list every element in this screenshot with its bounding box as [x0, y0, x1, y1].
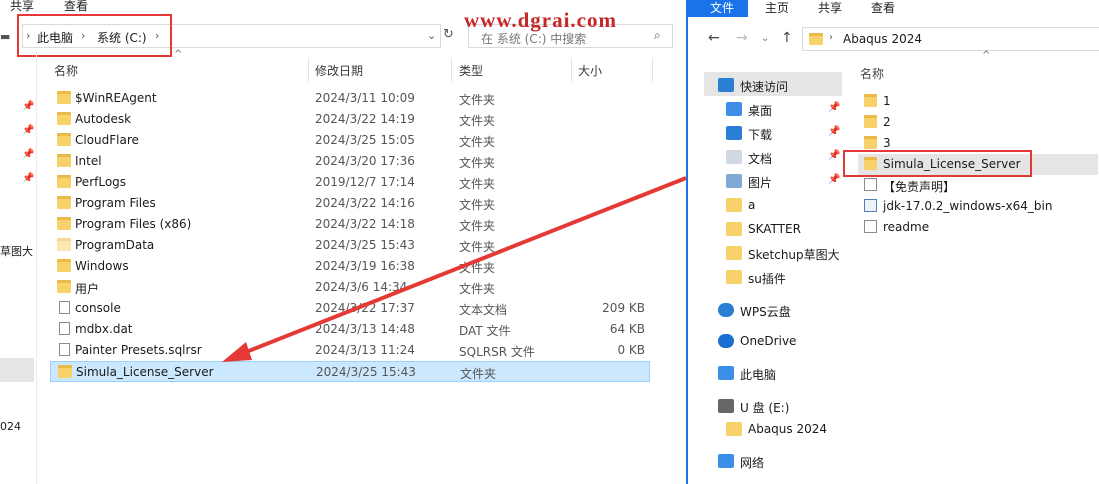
item-row[interactable]: 1: [858, 91, 1098, 112]
file-icon: [864, 220, 877, 233]
computer-icon: [718, 366, 734, 380]
document-icon: [726, 150, 742, 164]
download-icon: [726, 126, 742, 140]
nav-item-label: Sketchup草图大: [748, 248, 840, 262]
file-icon: [864, 178, 877, 191]
item-name: 3: [883, 136, 891, 150]
pin-icon[interactable]: 📌: [828, 126, 840, 137]
folder-icon: [809, 33, 823, 45]
nav-item-6[interactable]: SKATTER: [726, 219, 846, 241]
folder-icon: [864, 115, 877, 128]
nav-item-5[interactable]: a: [726, 195, 846, 217]
nav-item-8[interactable]: su插件: [726, 267, 846, 289]
chevron-right-icon: ›: [829, 32, 833, 43]
item-name: readme: [883, 220, 930, 234]
nav-item-12[interactable]: U 盘 (E:): [718, 396, 838, 418]
item-name: 【免责声明】: [883, 180, 956, 194]
nav-item-10[interactable]: OneDrive: [718, 331, 838, 353]
onedrive-icon: [718, 334, 734, 348]
star-icon: [718, 78, 734, 92]
network-icon: [718, 454, 734, 468]
nav-item-label: U 盘 (E:): [740, 401, 790, 415]
usb-drive-icon: [718, 399, 734, 413]
nav-item-label: SKATTER: [748, 222, 801, 236]
item-name: 2: [883, 115, 891, 129]
folder-icon: [726, 222, 742, 236]
nav-item-7[interactable]: Sketchup草图大: [726, 243, 846, 265]
back-arrow-icon[interactable]: ←: [708, 30, 720, 46]
pin-icon[interactable]: 📌: [828, 150, 840, 161]
nav-item-label: 此电脑: [740, 368, 777, 382]
item-row[interactable]: 2: [858, 112, 1098, 133]
folder-icon: [726, 246, 742, 260]
desktop-icon: [726, 102, 742, 116]
folder-icon: [864, 136, 877, 149]
nav-item-11[interactable]: 此电脑: [718, 363, 838, 385]
nav-item-label: 桌面: [748, 104, 773, 118]
folder-icon: [726, 198, 742, 212]
nav-item-0[interactable]: 快速访问: [718, 75, 838, 97]
right-explorer-window: 文件 主页 共享 查看 ← → ⌄ ↑ › Abaqus 2024 名称 ^ 快…: [686, 0, 1099, 484]
nav-item-label: OneDrive: [740, 334, 797, 348]
folder-icon: [726, 270, 742, 284]
chevron-down-icon[interactable]: ⌄: [761, 33, 769, 44]
sort-up-icon: ^: [982, 50, 991, 61]
nav-item-label: 文档: [748, 152, 773, 166]
highlight-box-folder: [843, 150, 1032, 177]
address-text: Abaqus 2024: [843, 32, 923, 46]
nav-item-14[interactable]: 网络: [718, 451, 838, 473]
picture-icon: [726, 174, 742, 188]
nav-item-label: su插件: [748, 272, 786, 286]
pin-icon[interactable]: 📌: [828, 174, 840, 185]
ribbon-tab-file[interactable]: 文件: [710, 0, 734, 17]
folder-icon: [864, 94, 877, 107]
folder-icon: [726, 422, 742, 436]
up-arrow-icon[interactable]: ↑: [781, 30, 793, 46]
ribbon-tab-share[interactable]: 共享: [818, 0, 842, 17]
cloud-icon: [718, 303, 734, 317]
nav-item-label: 图片: [748, 176, 773, 190]
pointer-arrow: [222, 176, 686, 362]
ribbon-tab-view[interactable]: 查看: [871, 0, 895, 17]
nav-item-label: Abaqus 2024: [748, 422, 828, 436]
nav-item-13[interactable]: Abaqus 2024: [726, 419, 846, 441]
item-row[interactable]: readme: [858, 217, 1098, 238]
left-explorer-window: 共享 查看 ▬ › 此电脑 › 系统 (C:) › ⌄ ↻ 在 系统 (C:) …: [0, 0, 686, 484]
item-row[interactable]: jdk-17.0.2_windows-x64_bin: [858, 196, 1098, 217]
nav-item-label: 快速访问: [740, 80, 789, 94]
nav-item-label: WPS云盘: [740, 305, 791, 319]
pin-icon[interactable]: 📌: [828, 102, 840, 113]
nav-item-label: 下载: [748, 128, 773, 142]
nav-item-label: a: [748, 198, 756, 212]
nav-item-9[interactable]: WPS云盘: [718, 300, 838, 322]
address-bar[interactable]: › Abaqus 2024: [802, 27, 1099, 51]
nav-item-label: 网络: [740, 456, 765, 470]
item-name: 1: [883, 94, 891, 108]
item-row[interactable]: 【免责声明】: [858, 175, 1098, 196]
installer-icon: [864, 199, 877, 212]
ribbon-tab-home[interactable]: 主页: [765, 0, 789, 17]
item-name: jdk-17.0.2_windows-x64_bin: [883, 199, 1053, 213]
forward-arrow-icon[interactable]: →: [736, 30, 748, 46]
column-header-name[interactable]: 名称: [860, 65, 884, 82]
